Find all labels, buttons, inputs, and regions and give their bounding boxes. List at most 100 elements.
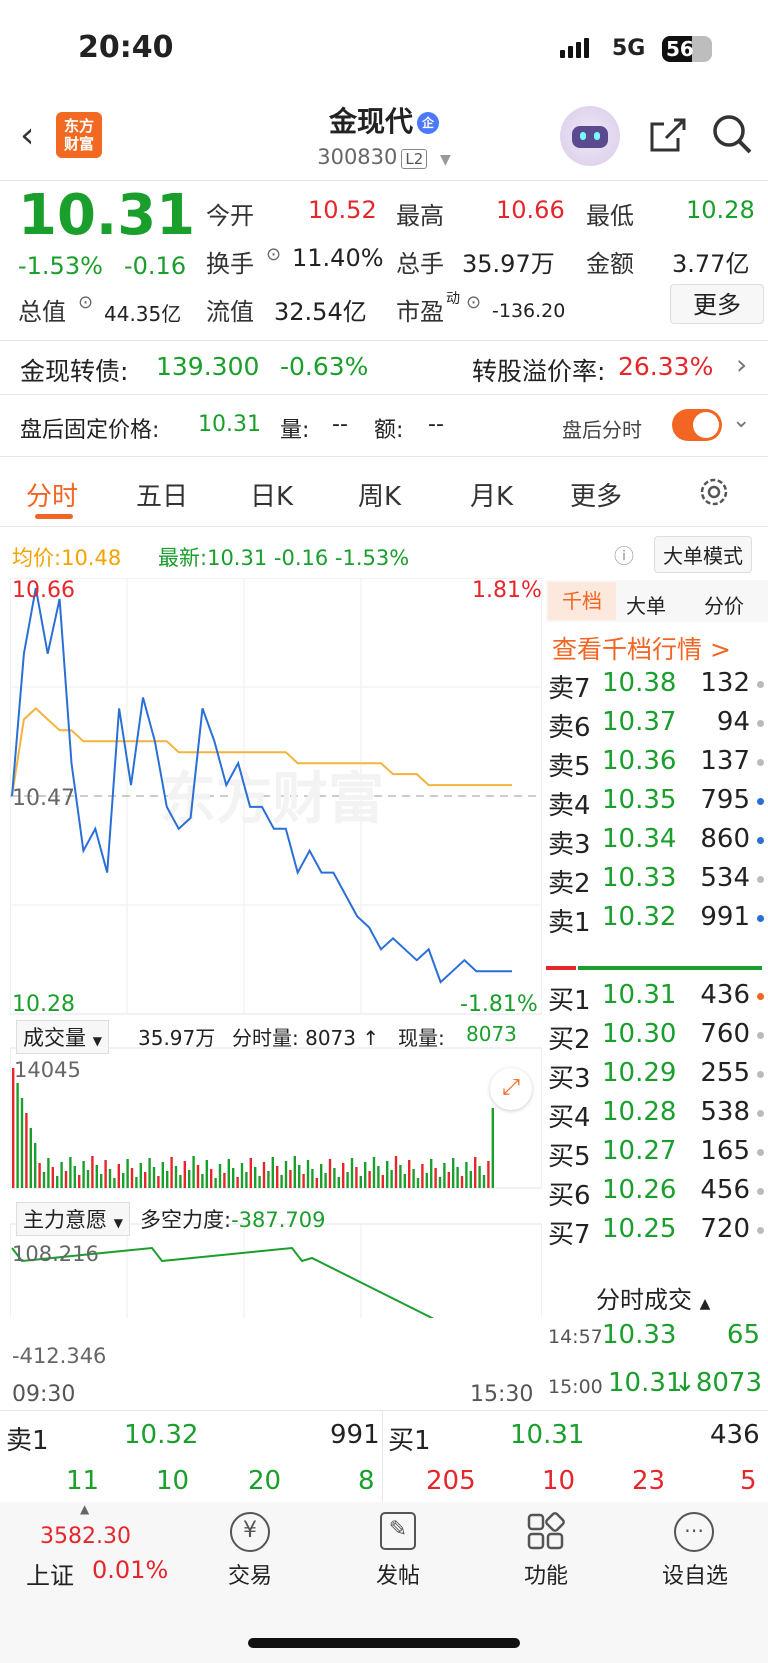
bid-price: 10.28	[602, 1097, 677, 1127]
bid-row: 买6 10.26 456	[546, 1175, 768, 1215]
open-value: 10.52	[308, 196, 377, 224]
volume-selector[interactable]: 成交量 ▼	[16, 1020, 109, 1054]
volume-bar	[337, 1177, 340, 1188]
float-value: 32.54亿	[274, 298, 367, 326]
bid-price: 10.31	[602, 980, 677, 1010]
tab-week-k[interactable]: 周K	[358, 476, 401, 513]
indicator-selector[interactable]: 主力意愿 ▼	[16, 1202, 130, 1236]
volume-bar	[240, 1163, 244, 1188]
ask-row: 卖3 10.34 860	[546, 824, 768, 864]
volume-bar	[456, 1167, 459, 1188]
share-icon[interactable]	[646, 114, 688, 156]
assistant-avatar[interactable]	[560, 106, 620, 166]
tab-big-order[interactable]: 大单	[626, 590, 666, 619]
trade-icon[interactable]: ¥	[230, 1512, 270, 1552]
more-button[interactable]: 更多	[670, 284, 764, 324]
bid-row: 买3 10.29 255	[546, 1058, 768, 1098]
index-pct[interactable]: 0.01%	[92, 1556, 168, 1584]
volume-bar	[377, 1166, 380, 1188]
chevron-down-icon[interactable]: ⌄	[732, 408, 750, 433]
sell-queue-item: 11	[66, 1466, 100, 1496]
ask-price: 10.34	[602, 824, 677, 854]
info-icon[interactable]: ⊙	[466, 292, 481, 313]
volume-bar	[465, 1162, 468, 1188]
info-icon[interactable]: ⊙	[266, 244, 281, 265]
volume-bar	[434, 1168, 437, 1188]
chevron-right-icon[interactable]: ›	[736, 348, 747, 381]
ask-level: 卖7	[548, 674, 591, 704]
help-icon[interactable]: ⓘ	[614, 540, 634, 569]
info-icon[interactable]: ⊙	[78, 292, 93, 313]
volume-bar	[293, 1156, 296, 1188]
ticks-title[interactable]: 分时成交 ▲	[596, 1280, 710, 1315]
tab-price-dist[interactable]: 分价	[704, 590, 744, 619]
volume-bar	[311, 1169, 314, 1188]
volume-bar	[421, 1164, 424, 1188]
nav-add-watchlist[interactable]: 设自选	[650, 1558, 740, 1590]
expand-icon[interactable]: ⤢	[490, 1068, 532, 1110]
tab-intraday[interactable]: 分时	[26, 476, 78, 513]
afterhours-amt: --	[428, 412, 444, 437]
volume-bar	[306, 1160, 310, 1188]
summary-sell-price: 10.32	[124, 1420, 199, 1450]
tab-day-k[interactable]: 日K	[250, 476, 293, 513]
home-indicator	[248, 1638, 520, 1648]
afterhours-label: 盘后固定价格:	[20, 418, 160, 443]
ask-level: 卖4	[548, 791, 591, 821]
nav-post[interactable]: 发帖	[358, 1558, 438, 1590]
volume-bar	[196, 1165, 200, 1188]
volume-bar	[403, 1174, 406, 1188]
search-icon[interactable]	[710, 112, 756, 158]
chart-high-pct: 1.81%	[472, 578, 542, 603]
tab-orderbook-level[interactable]: 千档	[548, 582, 616, 620]
status-time: 20:40	[78, 30, 174, 65]
volume-bar	[416, 1178, 420, 1188]
chevron-down-icon: ▼	[439, 152, 451, 168]
volume-bar	[443, 1163, 446, 1188]
volume-bar	[122, 1173, 125, 1188]
settings-icon[interactable]	[696, 474, 732, 510]
bid-level: 买7	[548, 1220, 591, 1250]
bond-label: 金现转债:	[20, 357, 129, 386]
tab-five-day[interactable]: 五日	[136, 476, 188, 513]
volume-bar	[144, 1172, 147, 1188]
index-name[interactable]: 上证	[26, 1556, 74, 1591]
ask-dot	[757, 798, 764, 805]
volume-bar	[408, 1160, 411, 1188]
post-icon[interactable]: ✎	[380, 1512, 416, 1550]
afterhours-toggle[interactable]	[672, 409, 722, 441]
volume-bar	[280, 1175, 283, 1188]
nav-function[interactable]: 功能	[506, 1558, 586, 1590]
volume-bar	[210, 1169, 213, 1188]
nav-trade[interactable]: 交易	[210, 1558, 290, 1590]
last-price: 10.31	[18, 183, 196, 248]
volume-bar	[452, 1158, 455, 1188]
tab-month-k[interactable]: 月K	[470, 476, 513, 513]
ask-row: 卖2 10.33 534	[546, 863, 768, 903]
more-icon[interactable]: ⋯	[674, 1512, 714, 1552]
tab-more[interactable]: 更多	[570, 476, 622, 513]
volume-bar	[161, 1162, 164, 1188]
float-label: 流值	[206, 298, 254, 326]
summary-sell-vol: 991	[330, 1420, 380, 1450]
volume-bar	[152, 1167, 156, 1188]
sell-queue-item: 10	[156, 1466, 190, 1496]
low-value: 10.28	[686, 196, 755, 224]
volume-bar	[359, 1176, 362, 1188]
bid-level: 买1	[548, 986, 591, 1016]
bid-level: 买2	[548, 1025, 591, 1055]
bond-pct: -0.63%	[280, 352, 369, 381]
volume-bar	[73, 1166, 76, 1188]
index-value[interactable]: 3582.30	[40, 1524, 131, 1549]
bid-price: 10.26	[602, 1175, 677, 1205]
bid-volume: 538	[700, 1097, 750, 1127]
big-order-mode-button[interactable]: 大单模式	[654, 536, 752, 573]
full-depth-link[interactable]: 查看千档行情 >	[552, 630, 731, 666]
ask-level: 卖2	[548, 869, 591, 899]
volume-bar	[86, 1170, 90, 1188]
ask-dot	[757, 759, 764, 766]
bid-row: 买7 10.25 720	[546, 1214, 768, 1254]
volume-bar	[179, 1175, 182, 1188]
bid-level: 买3	[548, 1064, 591, 1094]
function-icon[interactable]	[526, 1512, 566, 1552]
